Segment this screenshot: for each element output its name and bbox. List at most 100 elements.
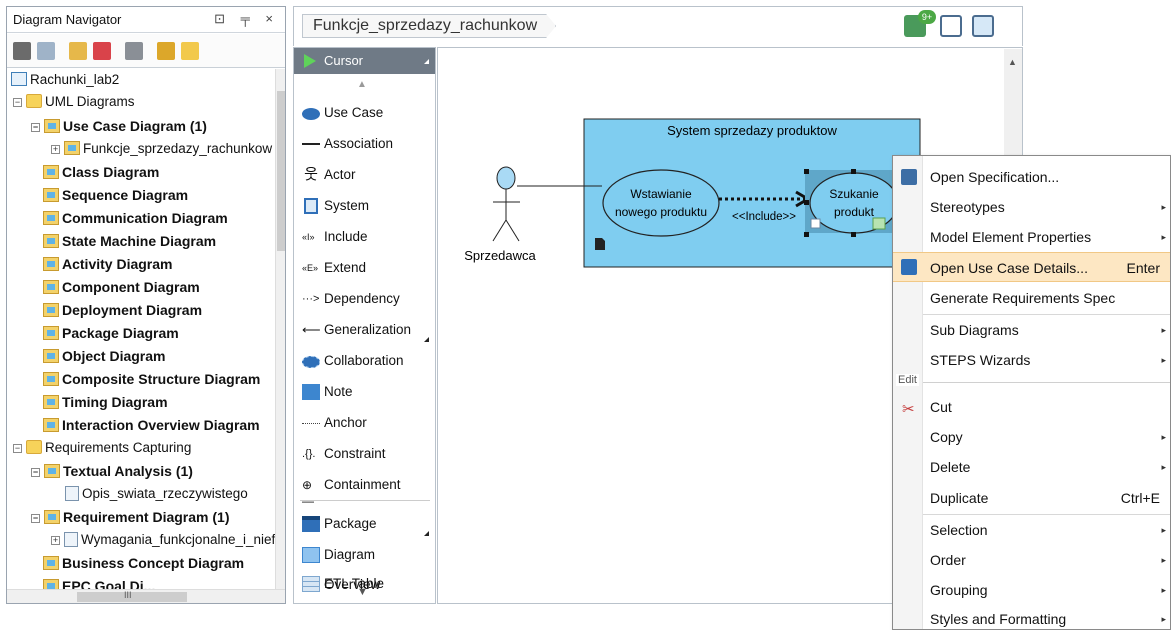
expand-icon[interactable]: +: [51, 536, 60, 545]
tree-item[interactable]: Class Diagram: [43, 161, 159, 183]
palette-include[interactable]: «I» Include: [294, 222, 435, 252]
sort-icon[interactable]: [93, 42, 111, 60]
tree-item[interactable]: Business Concept Diagram: [43, 552, 244, 574]
diagram-folder-icon: [44, 464, 60, 478]
tree-item[interactable]: Rachunki_lab2: [11, 69, 119, 91]
tree-item[interactable]: Object Diagram: [43, 345, 165, 367]
menu-item-delete[interactable]: Delete ▸: [893, 452, 1170, 482]
diagram-icon: [43, 280, 59, 294]
filter-icon[interactable]: [69, 42, 87, 60]
folder-icon[interactable]: [181, 42, 199, 60]
resize-icon[interactable]: [810, 218, 821, 229]
tree-item[interactable]: + Funkcje_sprzedazy_rachunkow: [51, 138, 272, 160]
menu-item-generate-requirements-spec[interactable]: Generate Requirements Spec: [893, 283, 1170, 313]
expand-icon[interactable]: −: [13, 444, 22, 453]
home-icon[interactable]: [125, 42, 143, 60]
scroll-up-icon[interactable]: ▲: [1008, 57, 1017, 67]
menu-item-grouping[interactable]: Grouping ▸: [893, 575, 1170, 605]
use-case-detail-icon[interactable]: [872, 217, 886, 230]
palette-system[interactable]: System: [294, 191, 435, 221]
tree-item[interactable]: Component Diagram: [43, 276, 200, 298]
tree-item[interactable]: Interaction Overview Diagram: [43, 414, 260, 436]
collapse-icon[interactable]: [13, 42, 31, 60]
menu-item-cut[interactable]: ✂ Cut: [893, 392, 1170, 422]
navigator-horizontal-scrollbar[interactable]: III: [7, 589, 285, 603]
menu-item-styles-and-formatting[interactable]: Styles and Formatting ▸: [893, 605, 1170, 629]
actor-icon: 웃: [304, 166, 318, 183]
menu-item-model-element-properties[interactable]: Model Element Properties ▸: [893, 222, 1170, 252]
tree-item[interactable]: Opis_swiata_rzeczywistego: [65, 483, 248, 505]
tree-item[interactable]: State Machine Diagram: [43, 230, 216, 252]
palette-containment[interactable]: ⊕— Containment: [294, 470, 435, 508]
palette-actor[interactable]: 웃 Actor: [294, 160, 435, 190]
palette-generalization[interactable]: ⟵ Generalization: [294, 315, 435, 345]
sync-icon[interactable]: [157, 42, 175, 60]
tree-item[interactable]: − UML Diagrams: [13, 91, 135, 113]
selection-handle[interactable]: [851, 169, 856, 174]
menu-item-open-use-case-details[interactable]: Open Use Case Details... Enter: [893, 252, 1170, 282]
system-title: System sprzedazy produktow: [667, 123, 837, 138]
palette-association[interactable]: Association: [294, 129, 435, 159]
diagram-icon: [43, 418, 59, 432]
expand-icon[interactable]: −: [31, 123, 40, 132]
tree-item[interactable]: Package Diagram: [43, 322, 179, 344]
include-label: <<Include>>: [732, 211, 796, 223]
menu-item-sub-diagrams[interactable]: Sub Diagrams ▸: [893, 315, 1170, 345]
expand-icon[interactable]: +: [51, 145, 60, 154]
diagram-icon: [43, 326, 59, 340]
expand-icon[interactable]: −: [13, 98, 22, 107]
palette-extend[interactable]: «E» Extend: [294, 253, 435, 283]
tree-item[interactable]: − Use Case Diagram (1): [31, 115, 207, 137]
submenu-arrow-icon: ▸: [1161, 525, 1166, 535]
menu-item-copy[interactable]: Copy ▸: [893, 422, 1170, 452]
tree-item[interactable]: Composite Structure Diagram: [43, 368, 260, 390]
tab-funkcje-sprzedazy[interactable]: Funkcje_sprzedazy_rachunkow: [302, 14, 556, 38]
palette-anchor[interactable]: Anchor: [294, 408, 435, 438]
selection-handle[interactable]: [851, 232, 856, 237]
tree-item[interactable]: Deployment Diagram: [43, 299, 202, 321]
tree-item[interactable]: Communication Diagram: [43, 207, 228, 229]
window-buttons[interactable]: ⊡ ╤ ×: [214, 11, 279, 27]
project-icon: [11, 72, 27, 86]
menu-item-duplicate[interactable]: Duplicate Ctrl+E: [893, 483, 1170, 513]
tree-item[interactable]: Activity Diagram: [43, 253, 172, 275]
tree-item[interactable]: EPC Goal Di...: [43, 575, 155, 589]
actor-sprzedawca[interactable]: [492, 166, 520, 242]
palette-collaboration[interactable]: Collaboration: [294, 346, 435, 376]
tree-item[interactable]: − Requirements Capturing: [13, 437, 191, 459]
palette-cursor[interactable]: Cursor: [294, 48, 435, 74]
use-case-wstawianie[interactable]: [602, 169, 720, 237]
palette-diagram-overview[interactable]: Diagram Overview: [294, 540, 435, 592]
palette-package[interactable]: Package: [294, 509, 435, 539]
menu-item-order[interactable]: Order ▸: [893, 545, 1170, 575]
palette-scroll-down-icon[interactable]: ▼: [357, 586, 368, 598]
scroll-thumb[interactable]: III: [77, 590, 187, 602]
palette-separator: [300, 500, 430, 501]
view-icon[interactable]: [37, 42, 55, 60]
tree-item[interactable]: + Wymagania_funkcjonalne_i_nief: [51, 529, 275, 551]
tree-item[interactable]: − Textual Analysis (1): [31, 460, 193, 482]
tree-item[interactable]: Sequence Diagram: [43, 184, 188, 206]
navigator-tree: Rachunki_lab2 − UML Diagrams − Use Case Di…: [7, 69, 275, 589]
selection-handle[interactable]: [804, 232, 809, 237]
tree-item[interactable]: Timing Diagram: [43, 391, 168, 413]
menu-item-selection[interactable]: Selection ▸: [893, 515, 1170, 545]
palette-dependency[interactable]: ···> Dependency: [294, 284, 435, 314]
cursor-icon: [304, 54, 316, 68]
palette-constraint[interactable]: .{}. Constraint: [294, 439, 435, 469]
tree-item[interactable]: − Requirement Diagram (1): [31, 506, 229, 528]
menu-item-steps-wizards[interactable]: STEPS Wizards ▸: [893, 345, 1170, 375]
menu-item-stereotypes[interactable]: Stereotypes ▸: [893, 192, 1170, 222]
palette-use-case[interactable]: Use Case: [294, 98, 435, 128]
selection-handle[interactable]: [804, 169, 809, 174]
palette-scroll-up-icon[interactable]: ▲: [357, 79, 367, 90]
palette-note[interactable]: Note: [294, 377, 435, 407]
expand-icon[interactable]: −: [31, 468, 40, 477]
expand-icon[interactable]: −: [31, 514, 40, 523]
fit-view-icon[interactable]: [940, 15, 962, 37]
panel-layout-icon[interactable]: [972, 15, 994, 37]
menu-item-open-specification[interactable]: Open Specification...: [893, 162, 1170, 192]
navigator-vertical-scrollbar[interactable]: [275, 69, 285, 589]
scroll-thumb[interactable]: [277, 91, 285, 251]
selection-handle[interactable]: [804, 200, 809, 205]
